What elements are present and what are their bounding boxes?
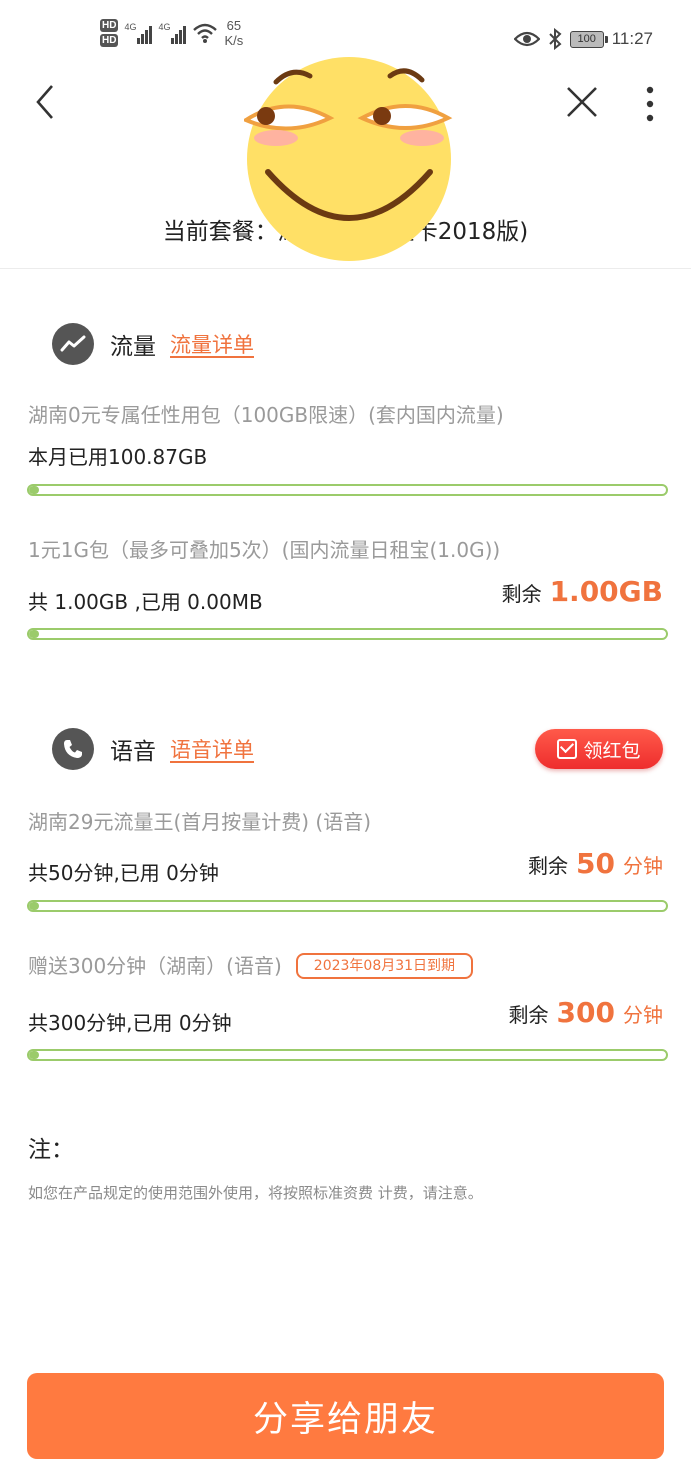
trend-line-icon — [52, 323, 94, 365]
wifi-icon — [193, 23, 218, 43]
data-package-1-usage: 本月已用100.87GB — [28, 445, 208, 469]
smiley-sticker-icon — [244, 57, 453, 261]
remain-value: 300 — [556, 996, 615, 1029]
voice-section-title: 语音 — [110, 739, 156, 765]
voice-package-2-name: 赠送300分钟（湖南）(语音) 2023年08月31日到期 — [28, 950, 474, 979]
signal-2-icon: 4G — [158, 22, 187, 44]
data-package-1-name: 湖南0元专属任性用包（100GB限速）(套内国内流量) — [28, 403, 504, 427]
network-type-1: 4G — [124, 22, 137, 32]
share-button[interactable]: 分享给朋友 — [27, 1373, 664, 1459]
voice-package-2-remain: 剩余 300 分钟 — [509, 996, 663, 1029]
remain-unit: 分钟 — [623, 854, 663, 878]
data-section-title: 流量 — [110, 334, 156, 360]
clock: 11:27 — [611, 29, 653, 48]
data-package-2-name: 1元1G包（最多可叠加5次）(国内流量日租宝(1.0G)) — [28, 538, 501, 562]
battery-icon: 100 — [569, 30, 608, 48]
voice-package-2-usage: 共300分钟,已用 0分钟 — [28, 1011, 232, 1035]
data-package-1-progress — [27, 484, 668, 496]
remain-unit: 分钟 — [623, 1003, 663, 1027]
red-packet-label: 领红包 — [583, 739, 641, 762]
hd-indicators: HD HD — [100, 19, 119, 47]
voice-package-2-title: 赠送300分钟（湖南）(语音) — [28, 954, 282, 978]
data-section-header: 流量 流量详单 — [52, 323, 254, 365]
hd1-badge: HD — [100, 19, 119, 32]
data-package-2-usage: 共 1.00GB ,已用 0.00MB — [28, 590, 263, 614]
chevron-left-icon[interactable] — [28, 82, 68, 122]
phone-icon — [52, 728, 94, 770]
more-vertical-icon[interactable] — [635, 82, 665, 126]
voice-package-1-remain: 剩余 50 分钟 — [528, 847, 663, 880]
speed-unit: K/s — [224, 33, 244, 48]
remain-label: 剩余 — [508, 1003, 549, 1027]
network-type-2: 4G — [158, 22, 171, 32]
note-text: 如您在产品规定的使用范围外使用，将按照标准资费 计费，请注意。 — [28, 1184, 483, 1202]
voice-detail-link[interactable]: 语音详单 — [170, 734, 254, 764]
note-title: 注： — [28, 1137, 74, 1163]
red-packet-button[interactable]: 领红包 — [535, 729, 663, 769]
red-packet-icon — [557, 739, 578, 759]
status-left: HD HD 4G 4G 65 K/s — [100, 18, 243, 48]
data-detail-link[interactable]: 流量详单 — [170, 329, 254, 359]
hd2-badge: HD — [100, 34, 119, 47]
remain-label: 剩余 — [501, 582, 542, 606]
voice-package-1-usage: 共50分钟,已用 0分钟 — [28, 861, 219, 885]
network-speed: 65 K/s — [224, 18, 243, 48]
bluetooth-icon — [549, 28, 562, 50]
data-package-2-remain: 剩余 1.00GB — [502, 575, 663, 608]
remain-value: 1.00GB — [549, 575, 663, 608]
voice-package-1-name: 湖南29元流量王(首月按量计费) (语音) — [28, 810, 372, 834]
eye-icon — [513, 31, 540, 47]
header-divider — [0, 268, 691, 269]
status-right: 100 11:27 — [513, 28, 653, 50]
remain-value: 50 — [576, 847, 615, 880]
voice-package-1-progress — [27, 900, 668, 912]
voice-section-header: 语音 语音详单 — [52, 728, 254, 770]
close-icon[interactable] — [562, 82, 602, 122]
speed-value: 65 — [226, 18, 242, 33]
remain-label: 剩余 — [528, 854, 569, 878]
data-package-2-progress — [27, 628, 668, 640]
expiry-badge: 2023年08月31日到期 — [295, 953, 474, 979]
voice-package-2-progress — [27, 1049, 668, 1061]
signal-1-icon: 4G — [124, 22, 153, 44]
